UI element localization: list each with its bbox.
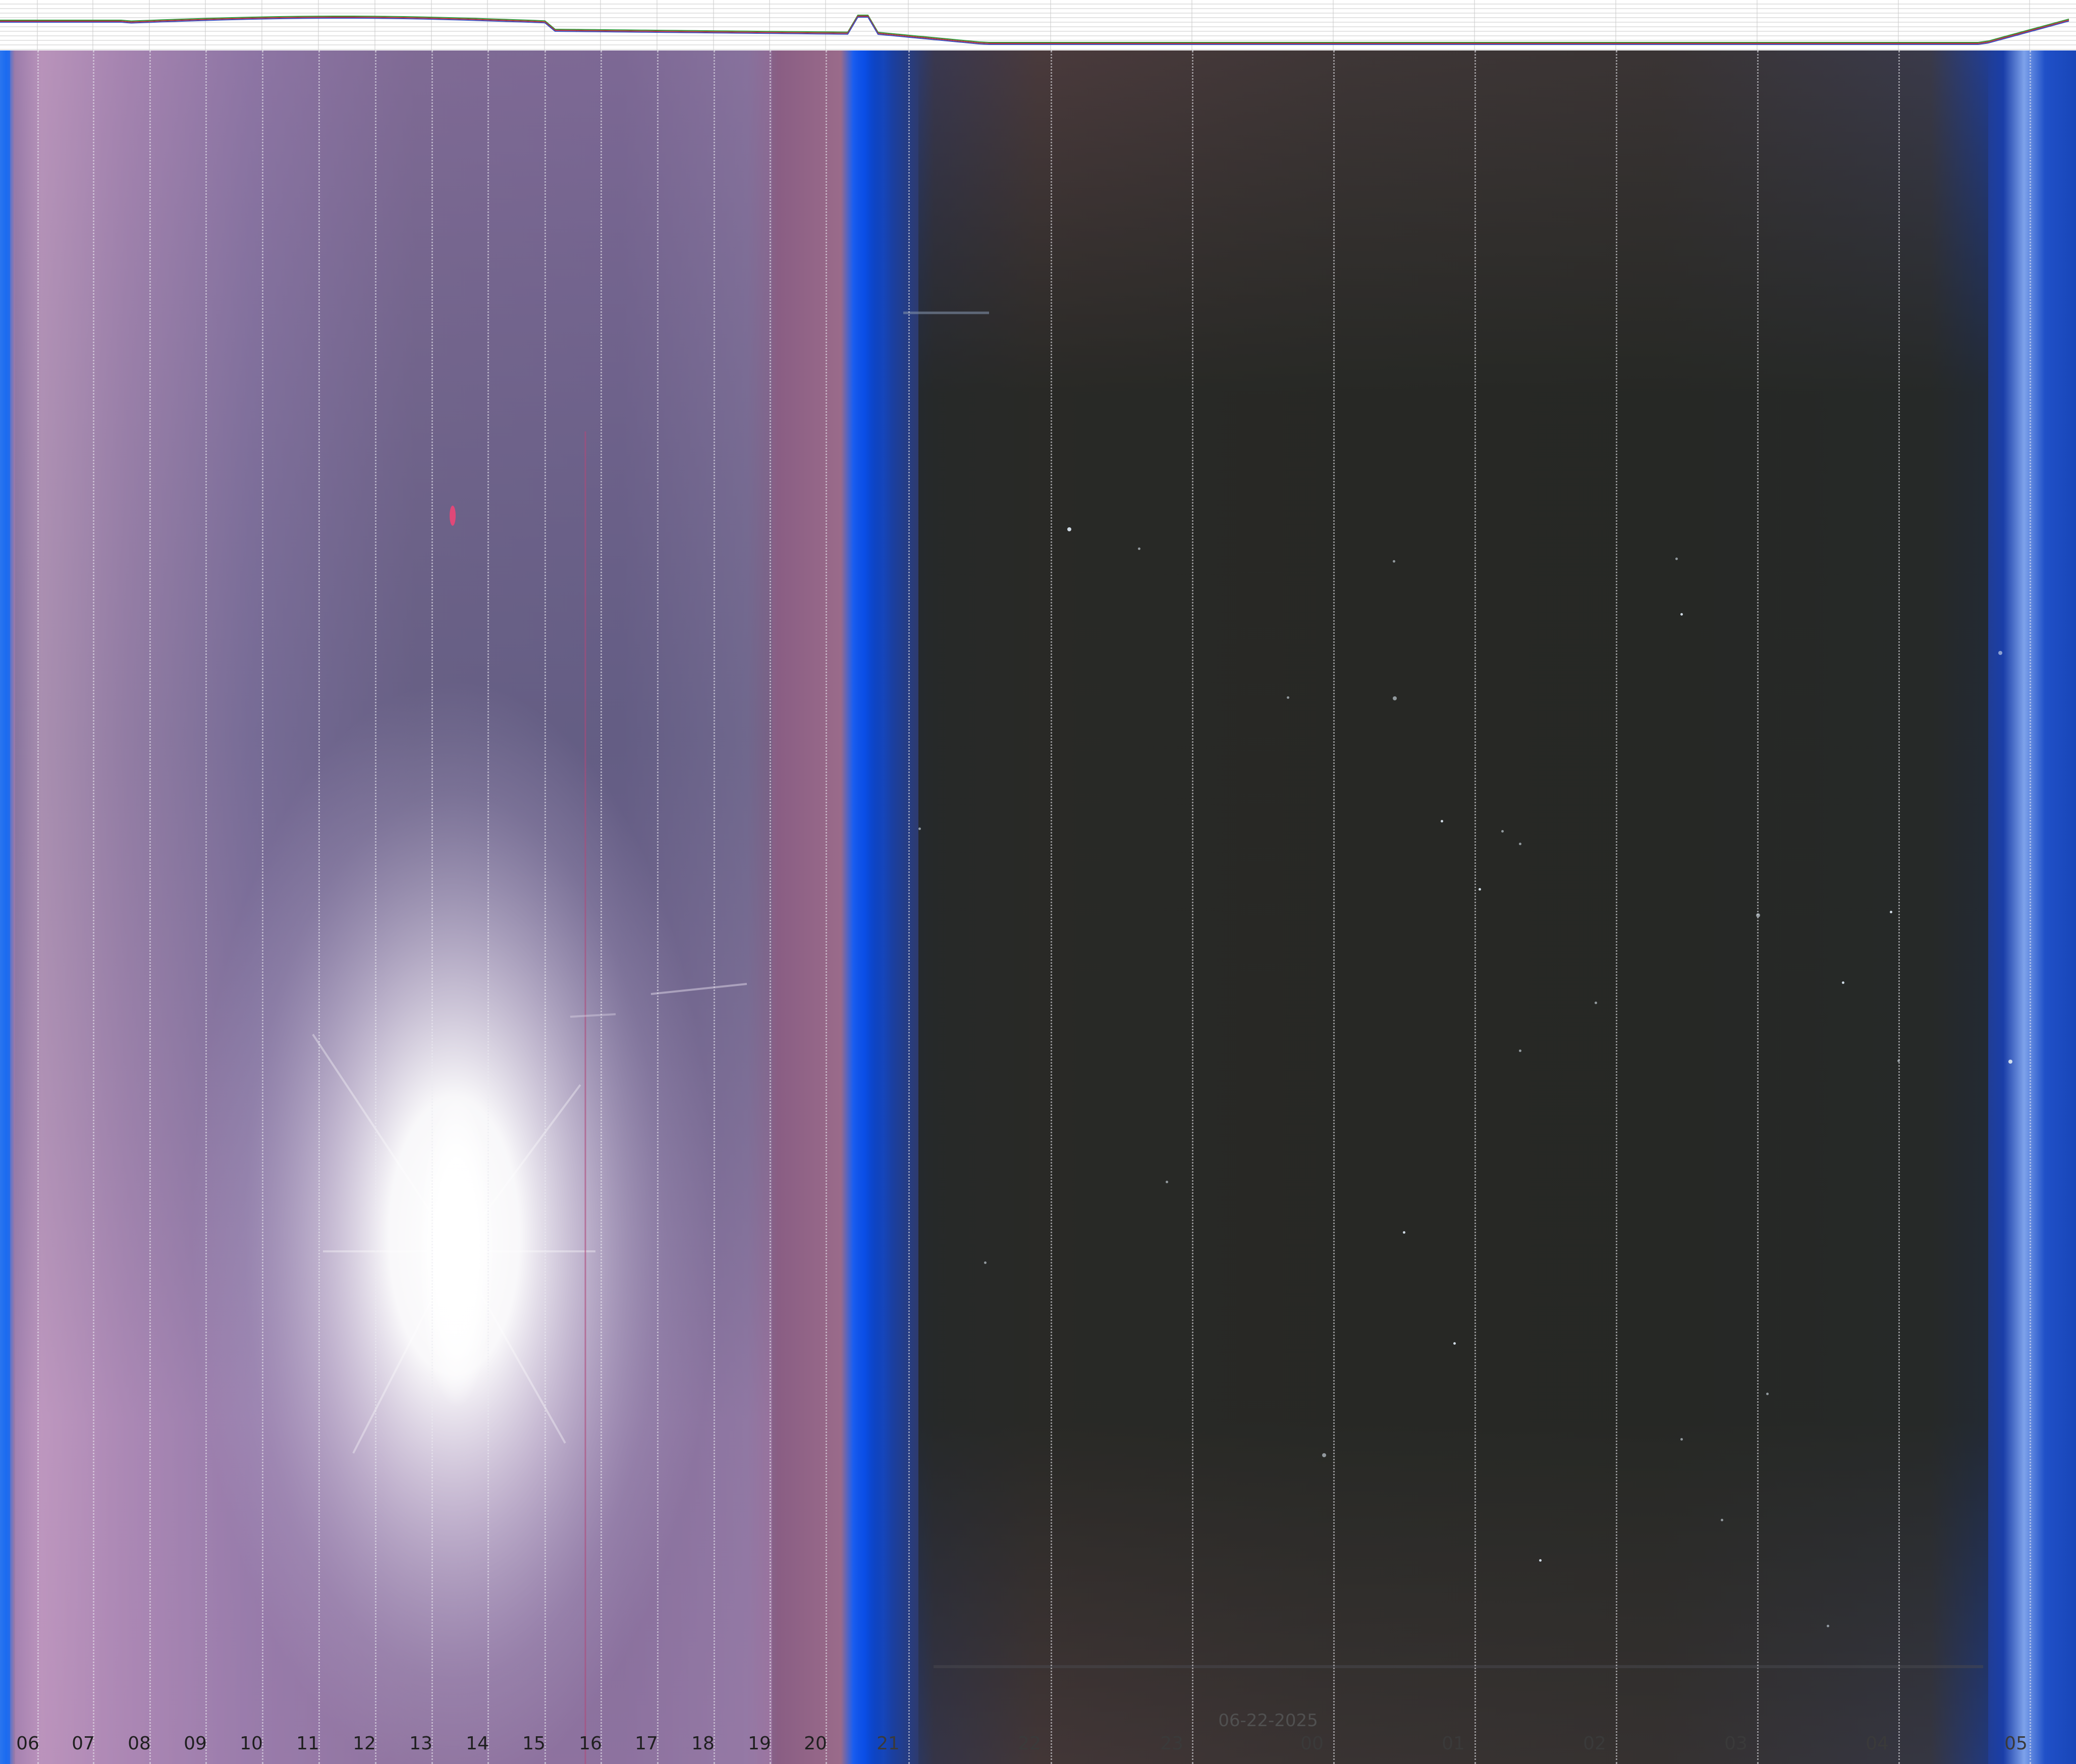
star: [1441, 820, 1443, 822]
hour-label: 11: [296, 1733, 319, 1754]
star: [1479, 888, 1481, 891]
star: [1827, 1625, 1829, 1627]
red-light-spot: [450, 506, 456, 526]
hour-label: 10: [240, 1733, 263, 1754]
hour-gridline: [908, 50, 910, 1764]
hour-gridline: [1051, 50, 1052, 1764]
star: [1453, 1342, 1456, 1345]
sensor-strip-chart: [0, 0, 2076, 50]
star: [984, 1261, 987, 1264]
hour-label: 05: [2004, 1733, 2028, 1754]
hour-label: 13: [409, 1733, 432, 1754]
hour-label: 04: [1866, 1733, 1889, 1754]
hour-label: 09: [184, 1733, 207, 1754]
star: [1680, 1438, 1683, 1441]
hour-gridline: [375, 50, 376, 1764]
star: [1166, 1181, 1168, 1183]
hour-label: 23: [1160, 1733, 1183, 1754]
hour-gridline: [1616, 50, 1617, 1764]
hour-label: 03: [1724, 1733, 1747, 1754]
star: [918, 828, 921, 830]
hour-gridline: [770, 50, 771, 1764]
hour-label: 15: [522, 1733, 545, 1754]
hour-label: 12: [353, 1733, 376, 1754]
star: [1501, 830, 1504, 833]
star: [1680, 613, 1683, 616]
hour-label: 20: [804, 1733, 827, 1754]
hour-gridline: [657, 50, 659, 1764]
hour-label: 06: [16, 1733, 39, 1754]
hour-gridline: [1757, 50, 1759, 1764]
hour-gridline: [431, 50, 433, 1764]
hour-gridline: [262, 50, 263, 1764]
star: [2008, 1060, 2012, 1064]
star: [1519, 843, 1521, 845]
hour-gridline: [93, 50, 94, 1764]
hour-gridline: [714, 50, 715, 1764]
hour-gridline: [826, 50, 827, 1764]
hour-gridline: [2030, 50, 2031, 1764]
hour-gridline: [1192, 50, 1193, 1764]
hour-label: 19: [748, 1733, 771, 1754]
hour-gridline: [1474, 50, 1476, 1764]
star: [1721, 1519, 1723, 1521]
hour-label: 21: [877, 1733, 900, 1754]
hour-label: 18: [691, 1733, 715, 1754]
star: [1403, 1231, 1405, 1234]
star: [1890, 911, 1892, 913]
strip-chart-canvas: [0, 0, 2076, 50]
star: [1393, 696, 1397, 700]
hour-gridline: [1898, 50, 1900, 1764]
star: [1595, 1002, 1597, 1004]
hour-label: 08: [128, 1733, 151, 1754]
night-darkening: [918, 50, 1988, 1764]
star: [1067, 527, 1071, 531]
star: [1998, 651, 2002, 655]
star: [1766, 1393, 1769, 1395]
hour-gridline: [37, 50, 39, 1764]
hour-label: 16: [579, 1733, 602, 1754]
star: [1138, 547, 1140, 550]
hour-label: 14: [466, 1733, 489, 1754]
star: [1842, 981, 1844, 984]
hour-gridline: [487, 50, 489, 1764]
star: [1393, 560, 1395, 563]
strip-trace: [0, 15, 2069, 43]
hour-gridline: [318, 50, 320, 1764]
star: [1539, 1559, 1542, 1562]
keogram-image: 06 07 08 09 10 11 12 13 14 15 16 17 18 19 20 21 22 23 00 01…: [0, 50, 2076, 1764]
hour-gridline: [544, 50, 546, 1764]
star: [1519, 1050, 1521, 1052]
hour-gridline: [600, 50, 602, 1764]
hour-gridline: [1333, 50, 1335, 1764]
hour-label: 17: [635, 1733, 658, 1754]
star: [1322, 1453, 1326, 1457]
star: [1287, 696, 1289, 699]
hour-gridline: [149, 50, 151, 1764]
dusk-blue-band: [853, 50, 883, 1764]
keogram-background: [0, 50, 2076, 1764]
hour-label: 22: [1018, 1733, 1041, 1754]
hour-label: 00: [1300, 1733, 1324, 1754]
left-blue-band: [0, 50, 10, 1764]
hour-label: 02: [1583, 1733, 1606, 1754]
horizontal-band: [934, 1665, 1983, 1668]
date-label: 06-22-2025: [1218, 1711, 1318, 1731]
strip-trace: [0, 16, 2069, 44]
hour-label: 01: [1442, 1733, 1465, 1754]
star: [1675, 558, 1678, 560]
hour-label: 07: [72, 1733, 95, 1754]
hour-gridline: [205, 50, 207, 1764]
